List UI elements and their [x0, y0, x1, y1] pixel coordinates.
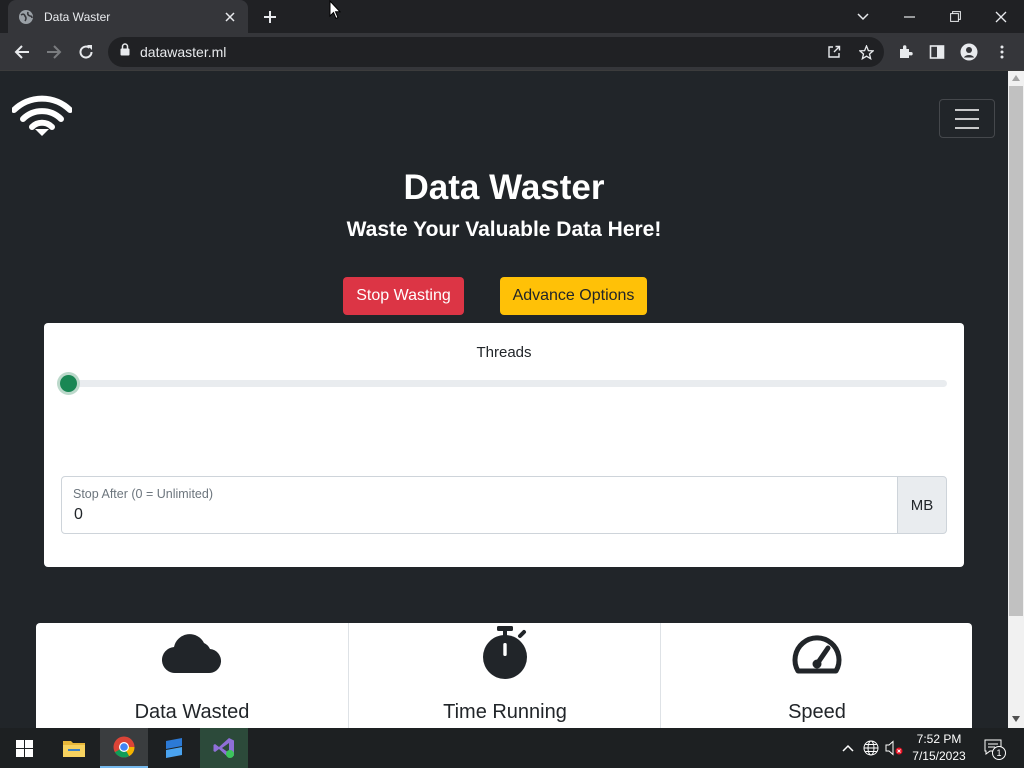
notification-count-badge: 1: [992, 746, 1006, 760]
mouse-cursor-icon: [329, 0, 342, 25]
taskbar: 7:52 PM 7/15/2023 1: [0, 728, 1024, 768]
profile-icon[interactable]: [955, 38, 983, 66]
extensions-icon[interactable]: [892, 38, 920, 66]
stat-speed: Speed: [660, 623, 972, 728]
speedometer-icon: [787, 627, 847, 679]
browser-tab[interactable]: Data Waster: [8, 0, 248, 33]
taskbar-clock[interactable]: 7:52 PM 7/15/2023: [906, 731, 972, 765]
clock-time: 7:52 PM: [916, 732, 962, 746]
stat-label: Speed: [788, 701, 846, 723]
globe-icon: [18, 9, 34, 25]
side-panel-icon[interactable]: [923, 38, 951, 66]
restore-icon[interactable]: [932, 0, 978, 33]
clock-date: 7/15/2023: [912, 749, 966, 763]
url-text: datawaster.ml: [140, 44, 227, 60]
stat-time-running: Time Running: [348, 623, 660, 728]
forward-icon[interactable]: [40, 38, 68, 66]
stats-card: Data Wasted Time Running Speed: [36, 623, 972, 728]
stop-after-label: Stop After (0 = Unlimited): [73, 487, 213, 501]
tab-title: Data Waster: [44, 9, 111, 24]
file-explorer-icon[interactable]: [50, 728, 98, 768]
scrollbar-thumb[interactable]: [1009, 86, 1023, 616]
volume-muted-icon[interactable]: [884, 738, 904, 758]
visual-studio-icon[interactable]: [200, 728, 248, 768]
browser-titlebar: Data Waster: [0, 0, 1024, 33]
stop-after-unit: MB: [897, 476, 947, 534]
browser-toolbar: datawaster.ml: [0, 33, 1024, 71]
windows-start-icon[interactable]: [0, 728, 48, 768]
hamburger-line: [955, 108, 979, 111]
reload-icon[interactable]: [72, 38, 100, 66]
bookmark-star-icon[interactable]: [858, 44, 874, 60]
close-window-icon[interactable]: [978, 0, 1024, 33]
cloud-icon: [162, 627, 222, 679]
navbar-toggler-button[interactable]: [939, 99, 995, 138]
hamburger-line: [955, 126, 979, 129]
settings-card: Threads Stop After (0 = Unlimited) 0 MB: [44, 323, 964, 567]
stop-after-value[interactable]: 0: [74, 506, 83, 524]
network-globe-icon[interactable]: [861, 738, 881, 758]
threads-slider-thumb[interactable]: [60, 375, 77, 392]
page-title: Data Waster: [403, 168, 605, 207]
wifi-icon[interactable]: [11, 93, 73, 137]
tab-search-icon[interactable]: [840, 0, 886, 33]
advance-options-button[interactable]: Advance Options: [500, 277, 647, 315]
share-icon[interactable]: [826, 44, 842, 60]
stopwatch-icon: [475, 626, 535, 679]
back-icon[interactable]: [8, 38, 36, 66]
close-tab-icon[interactable]: [222, 9, 238, 25]
lock-icon[interactable]: [120, 43, 130, 61]
threads-slider-track[interactable]: [60, 380, 947, 387]
new-tab-button[interactable]: [258, 5, 282, 29]
stat-label: Time Running: [443, 701, 567, 723]
page-subtitle: Waste Your Valuable Data Here!: [346, 218, 662, 241]
page-viewport: Data Waster Waste Your Valuable Data Her…: [0, 71, 1008, 728]
stat-data-wasted: Data Wasted: [36, 623, 348, 728]
minimize-icon[interactable]: [886, 0, 932, 33]
address-bar[interactable]: datawaster.ml: [108, 37, 884, 67]
stop-after-input[interactable]: Stop After (0 = Unlimited) 0: [61, 476, 898, 534]
stat-label: Data Wasted: [134, 701, 250, 723]
notifications-icon[interactable]: 1: [982, 738, 1006, 760]
menu-kebab-icon[interactable]: [988, 38, 1016, 66]
chevron-up-icon[interactable]: [838, 738, 858, 758]
chrome-taskbar-icon[interactable]: [100, 728, 148, 768]
stop-wasting-button[interactable]: Stop Wasting: [343, 277, 464, 315]
app-launcher-icon[interactable]: [150, 728, 198, 768]
threads-label: Threads: [476, 344, 532, 361]
hamburger-line: [955, 117, 979, 120]
